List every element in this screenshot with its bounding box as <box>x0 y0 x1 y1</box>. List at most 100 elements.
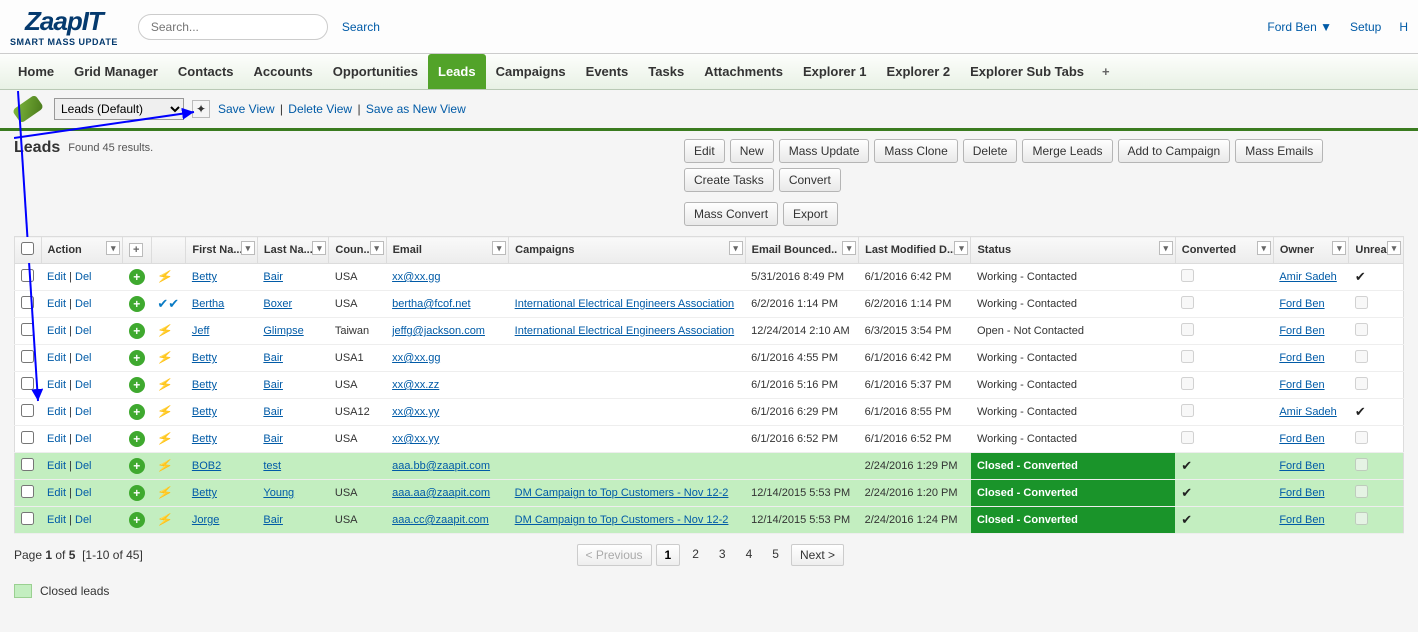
col-coun-[interactable]: Coun...▾ <box>329 237 386 264</box>
email-link[interactable]: aaa.cc@zaapit.com <box>392 514 489 526</box>
row-checkbox[interactable] <box>21 404 34 417</box>
search-button[interactable]: Search <box>334 16 388 38</box>
email-link[interactable]: xx@xx.yy <box>392 406 439 418</box>
next-button[interactable]: Next > <box>791 544 844 566</box>
row-checkbox[interactable] <box>21 485 34 498</box>
col-email-bounced-[interactable]: Email Bounced..▾ <box>745 237 858 264</box>
del-link[interactable]: Del <box>75 460 92 472</box>
add-icon[interactable]: + <box>129 485 145 501</box>
owner-link[interactable]: Ford Ben <box>1279 460 1324 472</box>
merge-leads-button[interactable]: Merge Leads <box>1022 139 1112 163</box>
edit-link[interactable]: Edit <box>47 460 66 472</box>
add-icon[interactable]: + <box>129 431 145 447</box>
add-to-campaign-button[interactable]: Add to Campaign <box>1118 139 1231 163</box>
col-owner[interactable]: Owner▾ <box>1273 237 1349 264</box>
edit-link[interactable]: Edit <box>47 379 66 391</box>
email-link[interactable]: aaa.bb@zaapit.com <box>392 460 490 472</box>
column-menu-icon[interactable]: ▾ <box>312 241 326 255</box>
column-menu-icon[interactable]: ▾ <box>842 241 856 255</box>
owner-link[interactable]: Ford Ben <box>1279 487 1324 499</box>
new-button[interactable]: New <box>730 139 774 163</box>
email-link[interactable]: xx@xx.zz <box>392 379 439 391</box>
tab-explorer-2[interactable]: Explorer 2 <box>877 54 961 89</box>
del-link[interactable]: Del <box>75 325 92 337</box>
column-menu-icon[interactable]: ▾ <box>1332 241 1346 255</box>
owner-link[interactable]: Ford Ben <box>1279 379 1324 391</box>
edit-link[interactable]: Edit <box>47 325 66 337</box>
page-1[interactable]: 1 <box>656 544 681 566</box>
user-menu[interactable]: Ford Ben ▼ <box>1267 20 1332 34</box>
save-as-view-link[interactable]: Save as New View <box>366 102 466 116</box>
owner-link[interactable]: Amir Sadeh <box>1279 406 1336 418</box>
email-link[interactable]: xx@xx.yy <box>392 433 439 445</box>
tab-grid-manager[interactable]: Grid Manager <box>64 54 168 89</box>
del-link[interactable]: Del <box>75 514 92 526</box>
owner-link[interactable]: Ford Ben <box>1279 433 1324 445</box>
campaign-link[interactable]: DM Campaign to Top Customers - Nov 12-2 <box>515 487 729 499</box>
row-checkbox[interactable] <box>21 269 34 282</box>
edit-button[interactable]: Edit <box>684 139 725 163</box>
first-name-link[interactable]: Betty <box>192 379 217 391</box>
last-name-link[interactable]: Boxer <box>263 298 292 310</box>
edit-link[interactable]: Edit <box>47 487 66 499</box>
owner-link[interactable]: Ford Ben <box>1279 514 1324 526</box>
col-first-na-[interactable]: First Na...▾ <box>186 237 258 264</box>
email-link[interactable]: xx@xx.gg <box>392 271 440 283</box>
column-menu-icon[interactable]: ▾ <box>1257 241 1271 255</box>
last-name-link[interactable]: Bair <box>263 379 283 391</box>
help-link[interactable]: H <box>1399 20 1408 34</box>
edit-link[interactable]: Edit <box>47 514 66 526</box>
last-name-link[interactable]: Bair <box>263 406 283 418</box>
col-campaigns[interactable]: Campaigns▾ <box>509 237 745 264</box>
row-checkbox[interactable] <box>21 512 34 525</box>
last-name-link[interactable]: Young <box>263 487 294 499</box>
col-status[interactable]: Status▾ <box>971 237 1175 264</box>
owner-link[interactable]: Ford Ben <box>1279 298 1324 310</box>
column-menu-icon[interactable]: ▾ <box>370 241 384 255</box>
tab-home[interactable]: Home <box>8 54 64 89</box>
row-checkbox[interactable] <box>21 350 34 363</box>
column-menu-icon[interactable]: ▾ <box>954 241 968 255</box>
del-link[interactable]: Del <box>75 406 92 418</box>
col-c0[interactable] <box>15 237 42 264</box>
gear-icon[interactable]: ✦ <box>192 100 210 118</box>
owner-link[interactable]: Ford Ben <box>1279 325 1324 337</box>
edit-link[interactable]: Edit <box>47 271 66 283</box>
add-icon[interactable]: + <box>129 458 145 474</box>
mass-clone-button[interactable]: Mass Clone <box>874 139 957 163</box>
tab-campaigns[interactable]: Campaigns <box>486 54 576 89</box>
first-name-link[interactable]: BOB2 <box>192 460 221 472</box>
add-icon[interactable]: + <box>129 296 145 312</box>
add-column-icon[interactable]: + <box>129 243 143 257</box>
mass-update-button[interactable]: Mass Update <box>779 139 870 163</box>
email-link[interactable]: xx@xx.gg <box>392 352 440 364</box>
last-name-link[interactable]: Bair <box>263 514 283 526</box>
del-link[interactable]: Del <box>75 487 92 499</box>
row-checkbox[interactable] <box>21 296 34 309</box>
tab-explorer-sub-tabs[interactable]: Explorer Sub Tabs <box>960 54 1094 89</box>
del-link[interactable]: Del <box>75 271 92 283</box>
del-link[interactable]: Del <box>75 379 92 391</box>
add-tab-button[interactable]: + <box>1102 64 1110 79</box>
setup-link[interactable]: Setup <box>1350 20 1381 34</box>
owner-link[interactable]: Ford Ben <box>1279 352 1324 364</box>
add-icon[interactable]: + <box>129 323 145 339</box>
col-c2[interactable]: + <box>123 237 152 264</box>
first-name-link[interactable]: Jorge <box>192 514 220 526</box>
first-name-link[interactable]: Betty <box>192 352 217 364</box>
tab-opportunities[interactable]: Opportunities <box>323 54 428 89</box>
edit-link[interactable]: Edit <box>47 352 66 364</box>
col-last-modified-d-[interactable]: Last Modified D...▾ <box>859 237 971 264</box>
search-input[interactable] <box>138 14 328 40</box>
col-last-na-[interactable]: Last Na...▾ <box>257 237 329 264</box>
edit-link[interactable]: Edit <box>47 298 66 310</box>
column-menu-icon[interactable]: ▾ <box>1159 241 1173 255</box>
save-view-link[interactable]: Save View <box>218 102 274 116</box>
del-link[interactable]: Del <box>75 298 92 310</box>
campaign-link[interactable]: International Electrical Engineers Assoc… <box>515 325 735 337</box>
convert-button[interactable]: Convert <box>779 168 841 192</box>
col-c3[interactable] <box>151 237 186 264</box>
page-3[interactable]: 3 <box>711 544 734 566</box>
row-checkbox[interactable] <box>21 431 34 444</box>
add-icon[interactable]: + <box>129 350 145 366</box>
